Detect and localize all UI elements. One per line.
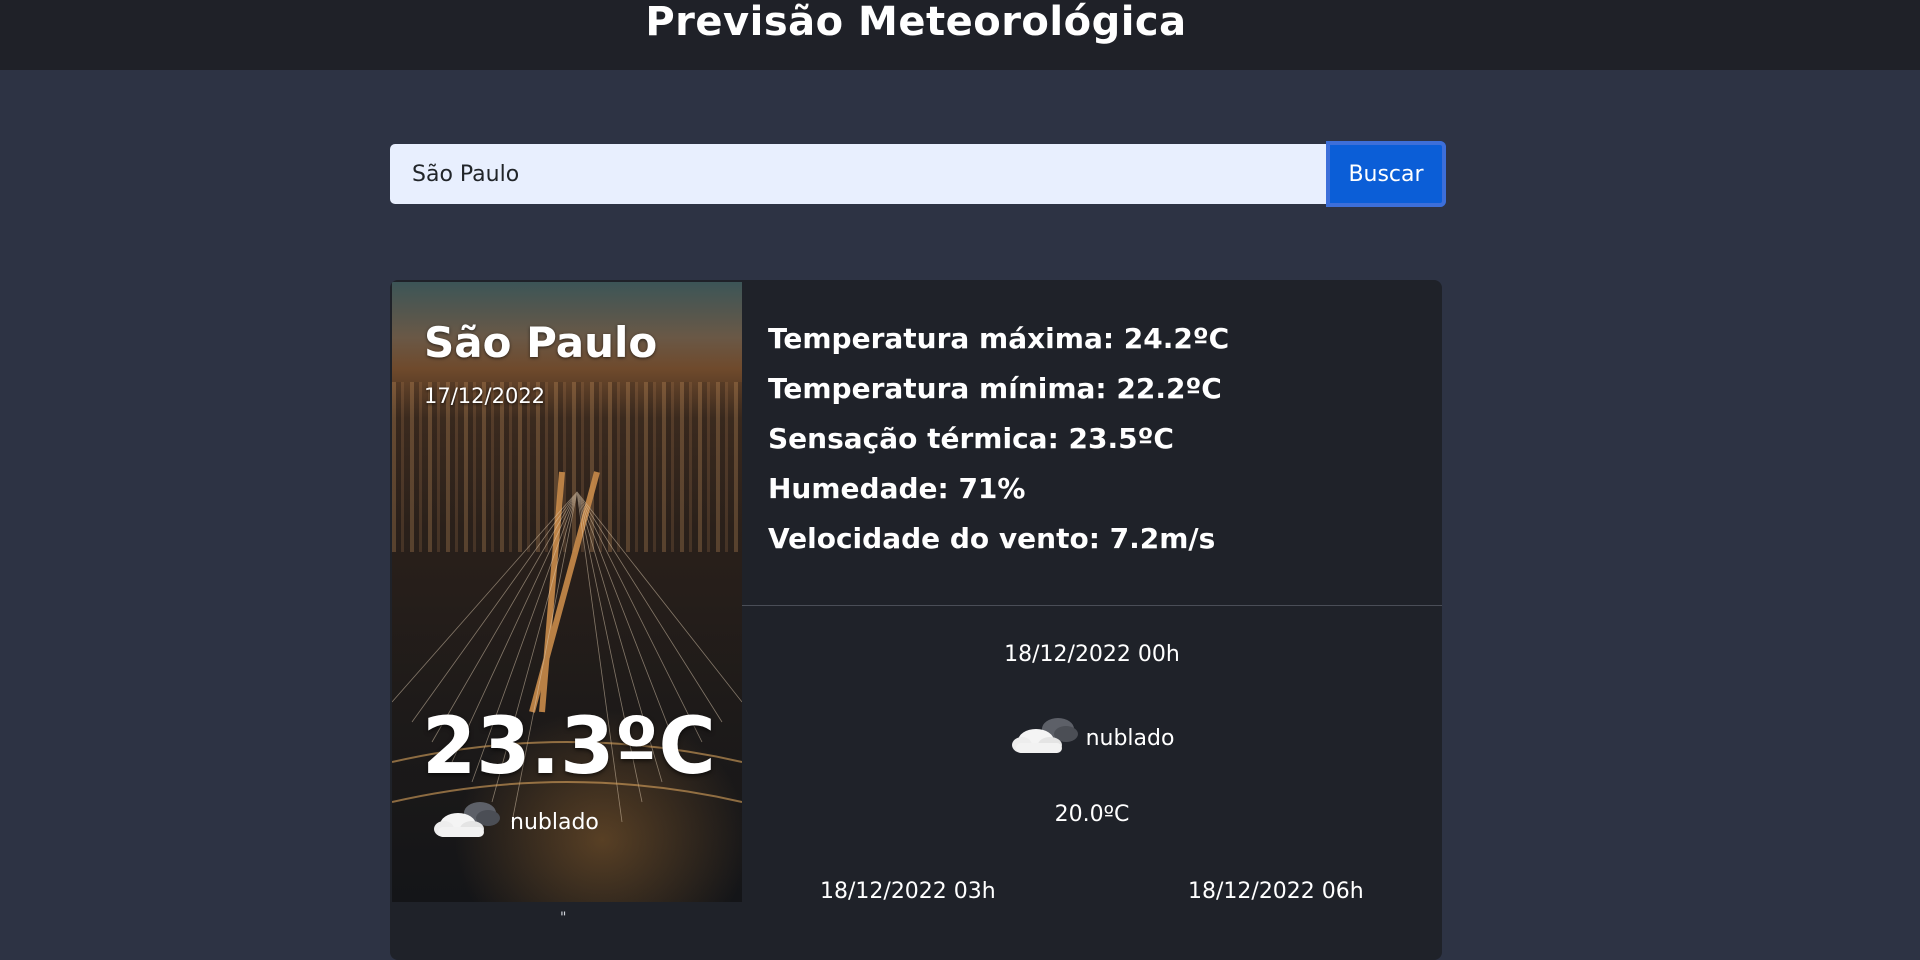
forecast-datetime-next: 18/12/2022 03h <box>820 879 996 904</box>
current-condition-label: nublado <box>510 809 599 835</box>
search-button[interactable]: Buscar <box>1326 141 1446 207</box>
photo-caption: " <box>560 910 567 926</box>
forecast-condition-label: nublado <box>1085 725 1175 751</box>
city-name: São Paulo <box>424 318 658 367</box>
page-title: Previsão Meteorológica <box>645 0 1187 45</box>
max-temperature: Temperatura máxima: 24.2ºC <box>768 322 1230 355</box>
weather-details: Temperatura máxima: 24.2ºC Temperatura m… <box>768 314 1408 564</box>
header-bar: Previsão Meteorológica <box>0 0 1920 70</box>
weather-card: São Paulo 17/12/2022 23.3ºC nublado " Te… <box>390 280 1442 960</box>
cloud-icon <box>1010 715 1080 761</box>
feels-like: Sensação térmica: 23.5ºC <box>768 422 1174 455</box>
forecast-datetime: 18/12/2022 00h <box>1004 642 1180 667</box>
current-date: 17/12/2022 <box>424 384 546 408</box>
forecast-item: 18/12/2022 00h nublado 20.0ºC <box>742 640 1442 830</box>
humidity: Humedade: 71% <box>768 472 1026 505</box>
forecast-temperature: 20.0ºC <box>1054 802 1130 827</box>
city-search-input[interactable] <box>390 144 1326 204</box>
wind-speed: Velocidade do vento: 7.2m/s <box>768 522 1216 555</box>
current-condition: nublado <box>432 802 599 842</box>
forecast-datetime-next: 18/12/2022 06h <box>1188 879 1364 904</box>
forecast-condition: nublado <box>742 718 1442 758</box>
min-temperature: Temperatura mínima: 22.2ºC <box>768 372 1222 405</box>
city-photo: São Paulo 17/12/2022 23.3ºC nublado <box>392 282 742 902</box>
cloud-icon <box>432 799 502 845</box>
divider <box>742 605 1442 606</box>
current-temperature: 23.3ºC <box>422 702 716 792</box>
search-bar: Buscar <box>390 141 1446 207</box>
